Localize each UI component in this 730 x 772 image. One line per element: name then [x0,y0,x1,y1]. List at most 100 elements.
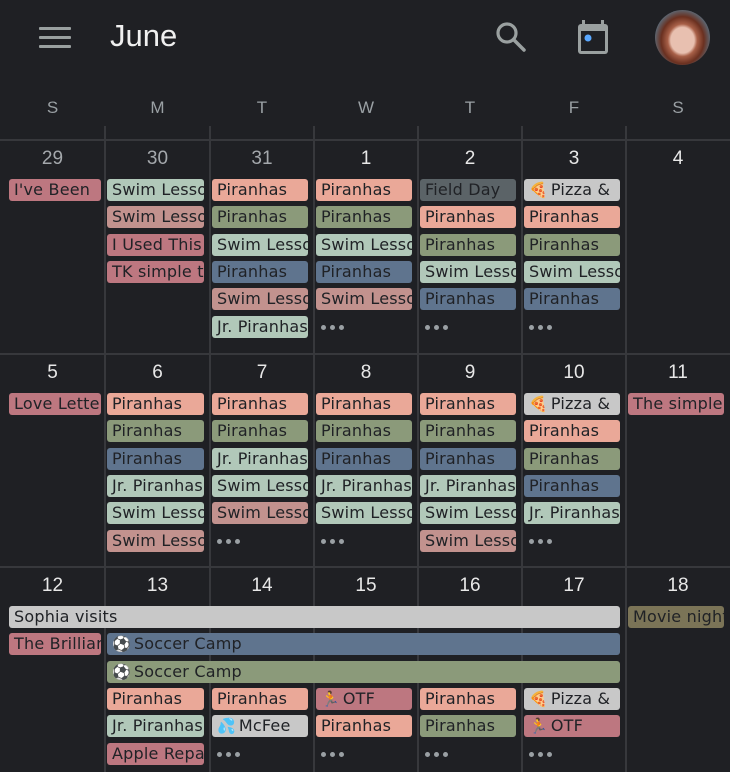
day-number[interactable]: 16 [418,575,522,597]
event-chip[interactable]: Piranhas [107,393,204,415]
event-chip[interactable]: ⚽ Soccer Camp [107,633,620,656]
event-chip[interactable]: Piranhas [420,393,516,415]
day-number[interactable]: 15 [314,575,418,597]
more-events-icon[interactable] [425,746,465,762]
event-chip[interactable]: Piranhas [212,179,308,201]
more-events-icon[interactable] [321,319,361,335]
day-number[interactable]: 5 [1,362,105,384]
event-chip[interactable]: Swim Lessons [212,502,308,525]
day-number[interactable]: 7 [210,362,314,384]
user-avatar[interactable] [655,10,710,65]
event-chip[interactable]: Swim Lessons [420,260,516,283]
event-chip[interactable]: Swim Lessons [107,206,204,229]
event-chip[interactable]: Jr. Piranhas [420,474,516,497]
event-chip[interactable]: Piranhas [524,206,620,229]
event-chip[interactable]: Swim Lessons [316,233,412,256]
event-chip[interactable]: Piranhas [420,206,516,229]
event-chip[interactable]: Piranhas [316,715,412,738]
event-chip[interactable]: Jr. Piranhas [316,474,412,497]
day-number[interactable]: 8 [314,362,418,384]
event-chip[interactable]: Swim Lessons [524,260,620,283]
day-number[interactable]: 11 [626,362,730,384]
event-chip[interactable]: Piranhas [316,447,412,470]
event-chip[interactable]: Piranhas [420,233,516,256]
event-chip[interactable]: Swim Lessons [107,529,204,552]
event-chip[interactable]: Apple Repair [107,742,204,765]
day-number[interactable]: 4 [626,148,730,170]
event-chip[interactable]: Jr. Piranhas [524,502,620,525]
event-chip[interactable]: Piranhas [524,233,620,256]
day-number[interactable]: 6 [106,362,210,384]
day-number[interactable]: 9 [418,362,522,384]
event-chip[interactable]: Jr. Piranhas [107,474,204,497]
event-chip[interactable]: Piranhas [212,260,308,283]
event-chip[interactable]: Jr. Piranhas [212,315,308,338]
event-chip[interactable]: Piranhas [316,206,412,229]
day-number[interactable]: 30 [106,148,210,170]
event-chip[interactable]: Piranhas [420,687,516,710]
event-chip[interactable]: TK simple t [107,260,204,283]
event-chip[interactable]: Swim Lessons [212,474,308,497]
event-chip[interactable]: 🏃 OTF [316,687,412,710]
event-chip[interactable]: Piranhas [316,420,412,443]
event-chip[interactable]: Piranhas [420,288,516,311]
more-events-icon[interactable] [529,746,569,762]
event-chip[interactable]: Piranhas [107,687,204,710]
day-number[interactable]: 14 [210,575,314,597]
more-events-icon[interactable] [529,533,569,549]
day-number[interactable]: 12 [1,575,105,597]
event-chip[interactable]: 🍕 Pizza & [524,393,620,415]
event-chip[interactable]: Piranhas [524,447,620,470]
event-chip[interactable]: 🍕 Pizza & [524,179,620,201]
hamburger-menu-icon[interactable] [39,27,71,49]
event-chip[interactable]: Swim Lessons [420,502,516,525]
more-events-icon[interactable] [425,319,465,335]
event-chip[interactable]: 🏃 OTF [524,715,620,738]
event-chip[interactable]: Field Day [420,179,516,201]
day-number[interactable]: 17 [522,575,626,597]
more-events-icon[interactable] [217,746,257,762]
event-chip[interactable]: Piranhas [107,420,204,443]
event-chip[interactable]: Piranhas [420,447,516,470]
day-number[interactable]: 13 [106,575,210,597]
event-chip[interactable]: Piranhas [212,206,308,229]
event-chip[interactable]: Piranhas [316,393,412,415]
event-chip[interactable]: I've Been [9,179,101,201]
event-chip[interactable]: Piranhas [212,420,308,443]
event-chip[interactable]: Jr. Piranhas [212,447,308,470]
day-number[interactable]: 2 [418,148,522,170]
event-chip[interactable]: I Used This [107,233,204,256]
event-chip[interactable]: Piranhas [212,393,308,415]
event-chip[interactable]: 🍕 Pizza & [524,687,620,710]
more-events-icon[interactable] [321,746,361,762]
event-chip[interactable]: Swim Lessons [420,529,516,552]
event-chip[interactable]: 💦 McFee [212,715,308,738]
event-chip[interactable]: Piranhas [420,420,516,443]
search-icon[interactable] [494,20,528,54]
day-number[interactable]: 31 [210,148,314,170]
event-chip[interactable]: Piranhas [107,447,204,470]
event-chip[interactable]: The simple [628,393,724,415]
event-chip[interactable]: Swim Lessons [107,179,204,201]
event-chip[interactable]: Swim Lessons [107,502,204,525]
calendar-today-icon[interactable] [576,18,610,56]
more-events-icon[interactable] [217,533,257,549]
event-chip[interactable]: Love Letter [9,393,101,415]
event-chip[interactable]: Swim Lessons [316,502,412,525]
event-chip[interactable]: Swim Lessons [212,288,308,311]
event-chip[interactable]: Piranhas [524,474,620,497]
event-chip[interactable]: Movie night [628,606,724,628]
day-number[interactable]: 3 [522,148,626,170]
day-number[interactable]: 1 [314,148,418,170]
more-events-icon[interactable] [529,319,569,335]
more-events-icon[interactable] [321,533,361,549]
event-chip[interactable]: The Brilliant [9,633,101,656]
event-chip[interactable]: Piranhas [420,715,516,738]
event-chip[interactable]: Swim Lessons [212,233,308,256]
month-title[interactable]: June [110,18,177,54]
event-chip[interactable]: Swim Lessons [316,288,412,311]
event-chip[interactable]: Piranhas [524,288,620,311]
day-number[interactable]: 10 [522,362,626,384]
event-chip[interactable]: Piranhas [316,179,412,201]
event-chip[interactable]: ⚽ Soccer Camp [107,660,620,683]
